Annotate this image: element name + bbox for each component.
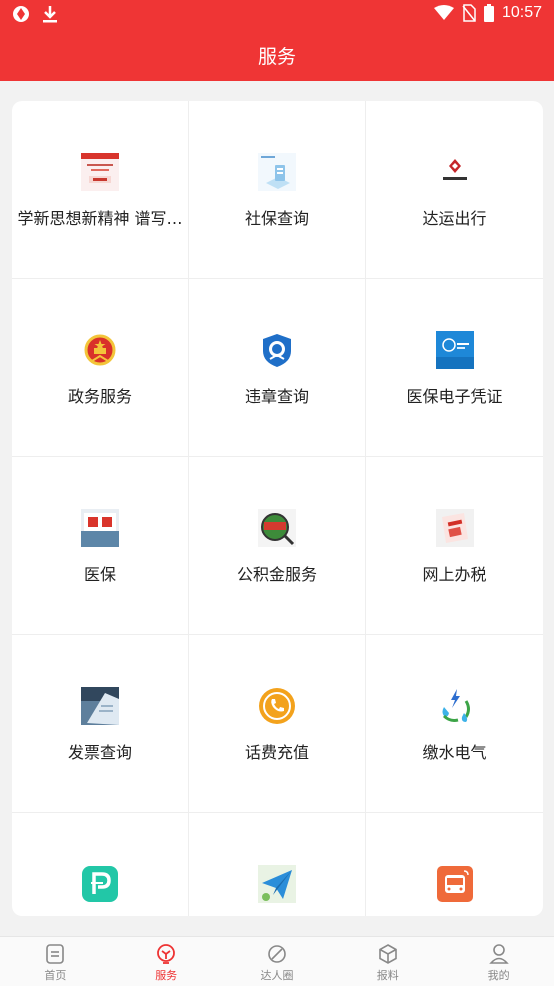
tab-label: 我的 <box>487 969 510 982</box>
service-item-medical-insurance[interactable]: 医保 <box>12 457 189 635</box>
paper-plane-icon <box>258 865 296 903</box>
profile-icon <box>488 944 509 964</box>
service-label: 达运出行 <box>422 209 487 228</box>
service-label: 发票查询 <box>67 743 132 762</box>
download-icon <box>43 6 57 23</box>
page-title: 服务 <box>257 46 296 68</box>
social-security-icon <box>258 153 296 191</box>
service-label: 医保电子凭证 <box>406 387 503 406</box>
housing-fund-icon <box>258 509 296 547</box>
service-label: 话费充值 <box>244 743 309 762</box>
service-item-medical-voucher[interactable]: 医保电子凭证 <box>366 279 543 457</box>
services-card: 学新思想新精神 谱写… 社保查询 达运出行 政务服务 违章查询 医保电子凭证 医… <box>12 101 543 916</box>
service-label: 学新思想新精神 谱写… <box>17 209 183 228</box>
service-item-study[interactable]: 学新思想新精神 谱写… <box>12 101 189 279</box>
circle-icon <box>268 945 286 963</box>
services-grid: 学新思想新精神 谱写… 社保查询 达运出行 政务服务 违章查询 医保电子凭证 医… <box>12 101 543 916</box>
box-icon <box>378 944 397 964</box>
service-item-utilities[interactable]: 缴水电气 <box>366 635 543 813</box>
service-label: 缴水电气 <box>422 743 487 762</box>
dayun-logo-icon <box>435 153 474 191</box>
no-sim-icon <box>462 4 476 22</box>
service-item-traffic[interactable]: 违章查询 <box>189 279 366 457</box>
medical-voucher-icon <box>435 331 474 369</box>
tab-service[interactable]: 服务 <box>111 937 222 986</box>
medical-insurance-icon <box>81 509 119 547</box>
service-label: 网上办税 <box>422 565 487 584</box>
service-label: 公积金服务 <box>236 565 317 584</box>
bus-icon <box>436 865 474 903</box>
tab-circle[interactable]: 达人圈 <box>222 937 333 986</box>
status-bar: 10:57 <box>0 0 554 30</box>
service-label: 违章查询 <box>244 387 309 406</box>
clock: 10:57 <box>501 4 542 21</box>
service-item-government[interactable]: 政务服务 <box>12 279 189 457</box>
service-item-social-security[interactable]: 社保查询 <box>189 101 366 279</box>
home-icon <box>46 944 65 964</box>
app-notification-icon <box>13 6 29 22</box>
app-bar: 服务 <box>0 30 554 81</box>
invoice-icon <box>81 687 119 725</box>
battery-icon <box>483 4 494 22</box>
service-label: 社保查询 <box>244 209 309 228</box>
tab-label: 首页 <box>44 969 67 982</box>
tab-mine[interactable]: 我的 <box>443 937 554 986</box>
traffic-police-icon <box>258 331 296 369</box>
service-item-paper-plane[interactable] <box>189 813 366 916</box>
tax-icon <box>435 509 474 547</box>
service-item-parking[interactable] <box>12 813 189 916</box>
tab-label: 报料 <box>376 969 399 982</box>
wifi-icon <box>433 5 454 20</box>
tab-label: 服务 <box>155 969 178 982</box>
service-item-phone-recharge[interactable]: 话费充值 <box>189 635 366 813</box>
service-item-online-tax[interactable]: 网上办税 <box>366 457 543 635</box>
service-label: 医保 <box>83 565 116 584</box>
tab-label: 达人圈 <box>260 969 294 982</box>
service-icon <box>157 944 176 964</box>
service-label: 政务服务 <box>67 387 132 406</box>
service-item-bus[interactable] <box>366 813 543 916</box>
bottom-tab-bar: 首页 服务 达人圈 报料 我的 <box>0 936 554 986</box>
service-item-dayun[interactable]: 达运出行 <box>366 101 543 279</box>
utilities-icon <box>436 687 474 725</box>
document-thumbnail-icon <box>81 153 119 191</box>
tab-report[interactable]: 报料 <box>332 937 443 986</box>
phone-recharge-icon <box>258 687 296 725</box>
tab-home[interactable]: 首页 <box>0 937 111 986</box>
service-item-invoice[interactable]: 发票查询 <box>12 635 189 813</box>
national-emblem-icon <box>81 331 119 369</box>
parking-icon <box>81 865 119 903</box>
service-item-housing-fund[interactable]: 公积金服务 <box>189 457 366 635</box>
